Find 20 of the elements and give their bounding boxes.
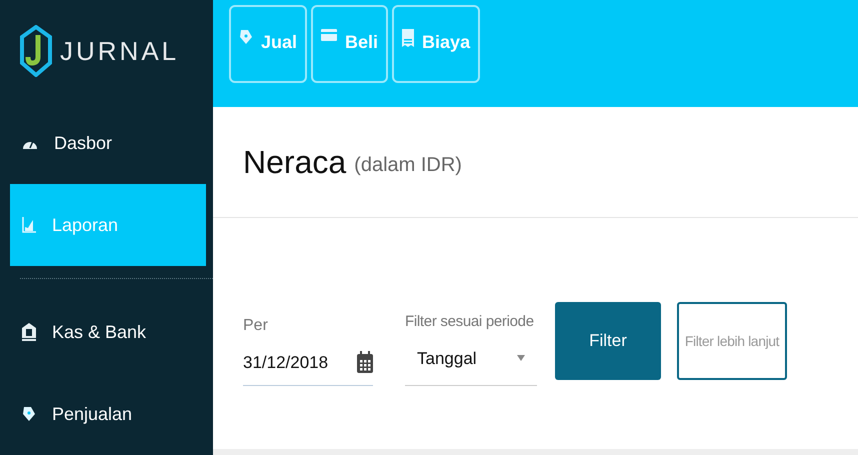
sidebar-item[interactable]: Penjualan xyxy=(10,373,206,455)
card-icon xyxy=(321,29,338,41)
chart-icon xyxy=(22,217,36,233)
field-label: Filter sesuai periode xyxy=(405,312,535,332)
period-dropdown[interactable]: Tanggal xyxy=(405,346,537,386)
field-label: Per xyxy=(243,316,269,336)
receipt-icon xyxy=(402,29,414,47)
logo-text: JURNAL xyxy=(60,34,180,68)
calendar-icon[interactable] xyxy=(357,351,373,374)
tag-icon xyxy=(22,406,36,422)
dropdown-arrow-icon[interactable] xyxy=(517,355,525,362)
logo-icon xyxy=(20,25,52,77)
filter-button[interactable]: Filter xyxy=(555,302,661,380)
page-title: Neraca xyxy=(243,143,346,182)
date-field[interactable]: 31/12/2018 xyxy=(243,350,373,386)
tag-icon xyxy=(239,29,253,45)
page-subtitle: (dalam IDR) xyxy=(354,153,462,178)
sidebar-item[interactable]: Kas & Bank xyxy=(10,291,206,373)
sidebar-item[interactable]: Dasbor xyxy=(10,102,206,184)
bank-icon xyxy=(22,323,36,341)
